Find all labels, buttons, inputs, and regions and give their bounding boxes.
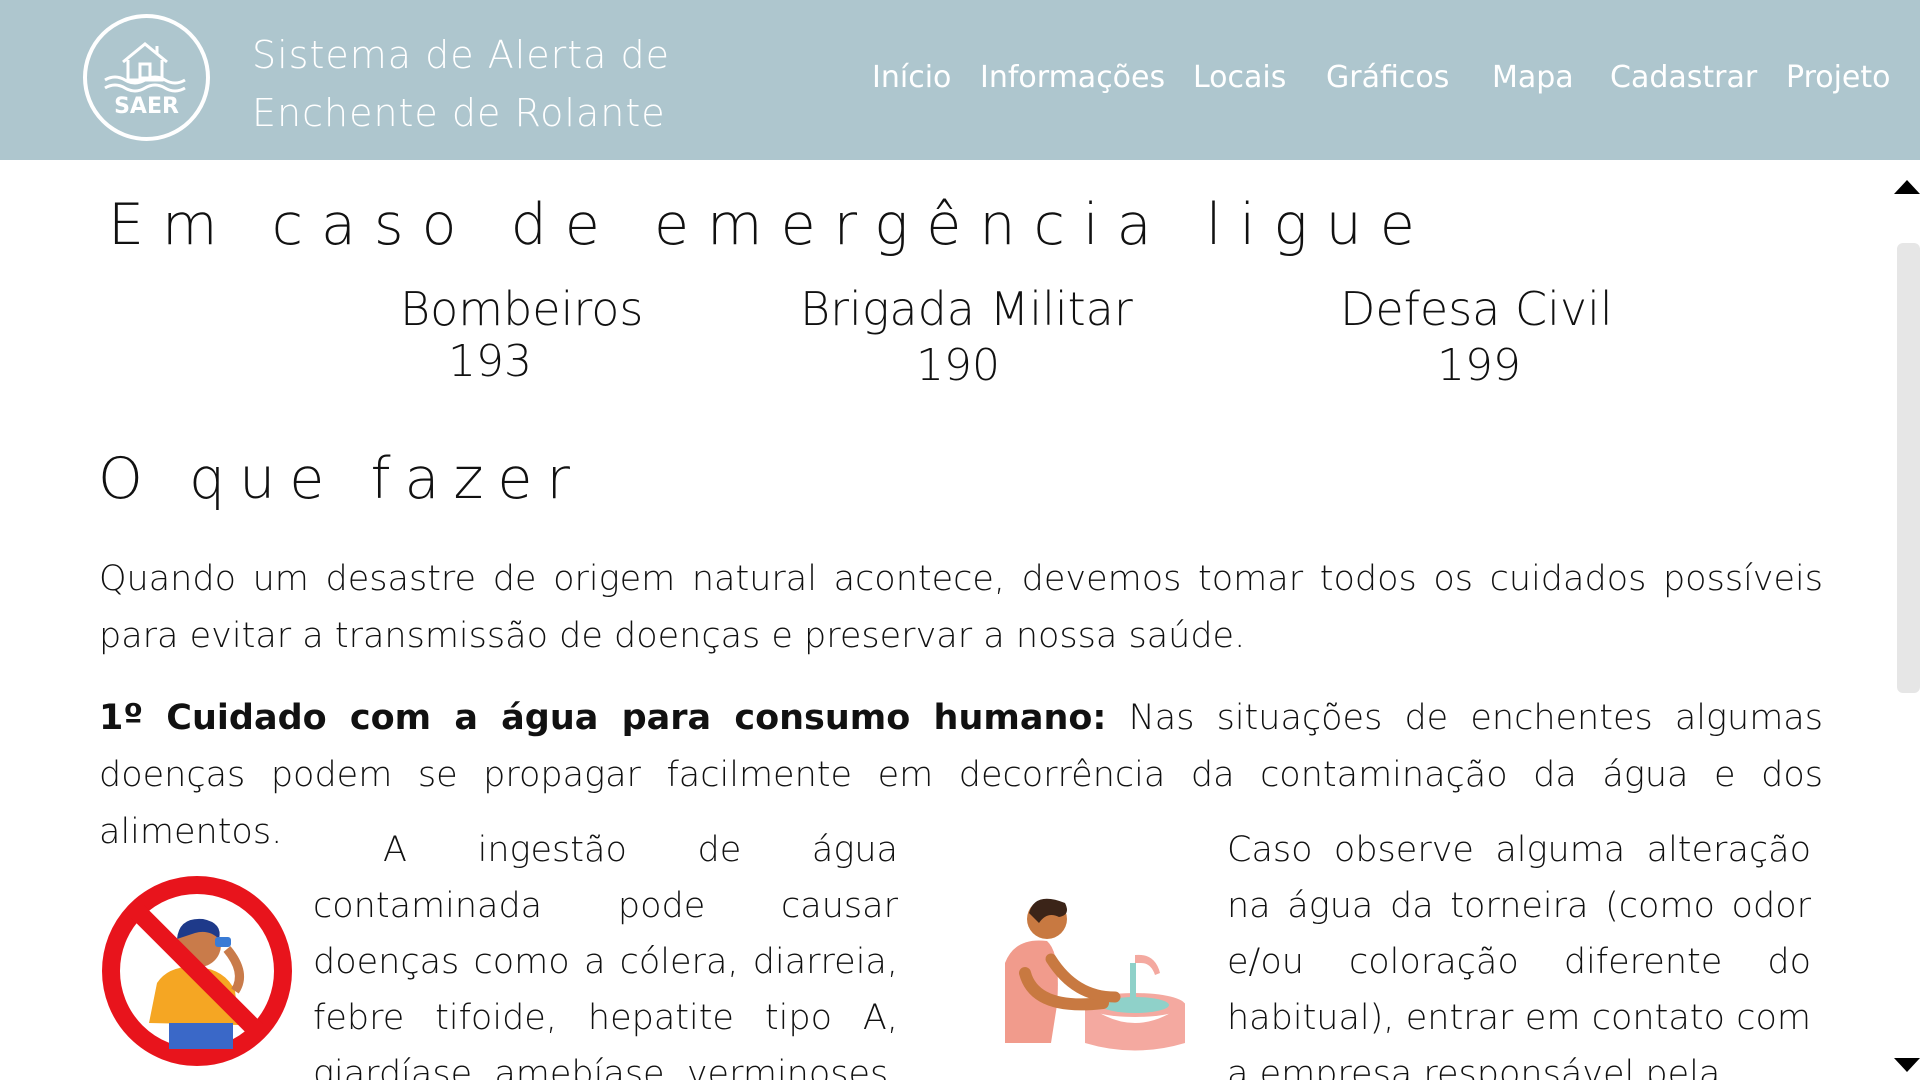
right-column-text: Caso observe alguma alteração na água da… [1227,830,1811,1080]
site-header: SAER Sistema de Alerta de Enchente de Ro… [0,0,1920,160]
nav-inicio[interactable]: Início [872,60,951,95]
washing-illustration [985,893,1190,1053]
nav-informacoes[interactable]: Informações [980,60,1165,95]
contact-bombeiros: Bombeiros 193 [400,282,644,387]
nav-graficos[interactable]: Gráficos [1326,60,1449,95]
intro-paragraph: Quando um desastre de origem natural aco… [99,559,1823,656]
main-nav: Início Informações Locais Gráficos Mapa … [0,60,1920,100]
scroll-up-arrow[interactable] [1894,180,1920,194]
care1-title: 1º Cuidado com a água para consumo human… [99,698,1107,738]
nav-locais[interactable]: Locais [1193,60,1286,95]
emergency-heading: Em caso de emergência ligue [108,192,1433,258]
scrollbar-thumb[interactable] [1897,243,1920,693]
contact-name: Defesa Civil [1340,282,1613,336]
contact-number: 193 [448,336,532,387]
contact-number: 199 [1437,340,1521,391]
what-to-do-heading: O que fazer [98,446,584,512]
contact-defesa-civil: Defesa Civil 199 [1340,282,1613,391]
left-column-text: A ingestão de água contaminada pode caus… [313,830,898,1080]
no-drinking-water-illustration [99,873,295,1069]
nav-projeto[interactable]: Projeto [1786,60,1891,95]
nav-mapa[interactable]: Mapa [1492,60,1574,95]
contact-number: 190 [916,340,1000,391]
washing-hands-icon [1005,898,1185,1051]
no-drinking-water-icon [102,876,292,1066]
contact-brigada-militar: Brigada Militar 190 [800,282,1133,391]
contact-name: Brigada Militar [800,282,1133,336]
nav-cadastrar[interactable]: Cadastrar [1610,60,1757,95]
contact-name: Bombeiros [400,282,644,336]
scroll-down-arrow[interactable] [1894,1058,1920,1072]
